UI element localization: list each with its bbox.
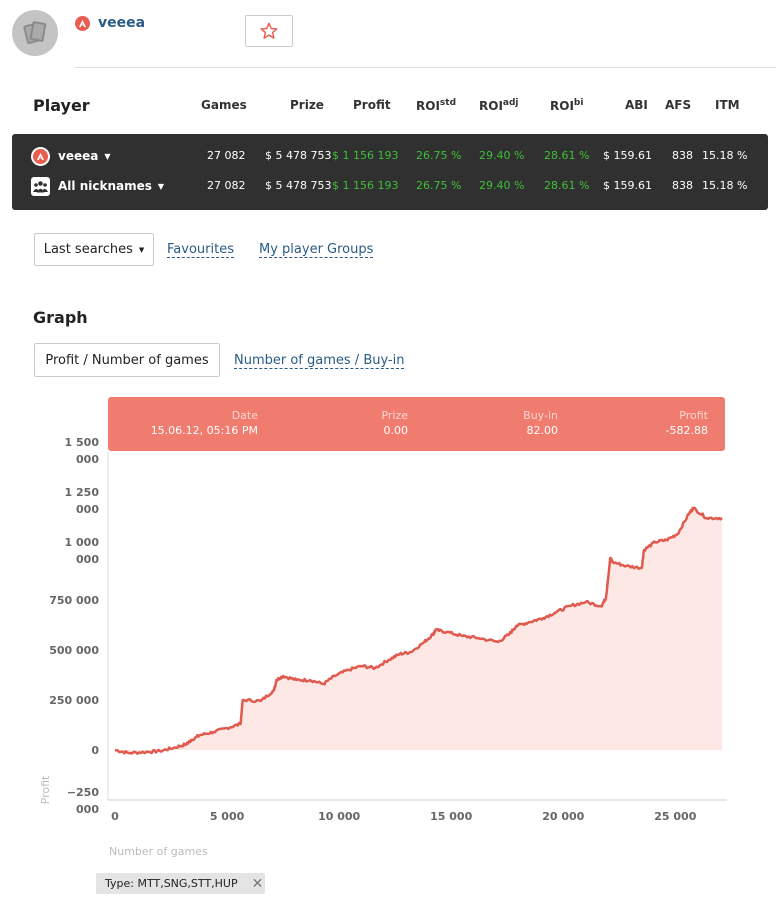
y-tick-label: 1 250 000	[65, 486, 100, 516]
y-tick-label-line: 000	[76, 553, 99, 566]
tooltip-profit: Profit -582.88	[666, 408, 708, 438]
y-tick-label-line: 500 000	[49, 644, 99, 657]
y-tick-label-line: 0	[91, 744, 99, 757]
y-tick-label: −250 000	[67, 786, 100, 816]
y-tick-label-line: 1 500	[65, 436, 100, 449]
x-tick-label: 5 000	[210, 810, 245, 823]
y-tick-label-line: 000	[76, 503, 99, 516]
profit-area	[115, 507, 722, 754]
chart-tooltip: Date 15.06.12, 05:16 PM Prize 0.00 Buy-i…	[108, 397, 725, 451]
tooltip-prize-value: 0.00	[383, 424, 409, 437]
y-tick-label-line: 1 000	[65, 536, 100, 549]
tooltip-buyin: Buy-in 82.00	[523, 408, 558, 438]
y-tick-label-line: 250 000	[49, 694, 99, 707]
tooltip-buyin-label: Buy-in	[523, 409, 558, 422]
x-axis-title: Number of games	[109, 845, 208, 858]
close-icon[interactable]: ✕	[252, 877, 264, 891]
x-tick-label: 15 000	[430, 810, 472, 823]
y-axis-title: Profit	[39, 775, 52, 804]
tooltip-prize: Prize 0.00	[381, 408, 408, 438]
tooltip-profit-value: -582.88	[665, 424, 708, 437]
type-filter-chip[interactable]: Type: MTT,SNG,STT,HUP ✕	[96, 873, 265, 894]
y-tick-label-line: 000	[76, 453, 99, 466]
tooltip-date-value: 15.06.12, 05:16 PM	[150, 424, 258, 437]
y-tick-label: 500 000	[49, 644, 99, 657]
y-tick-label-line: 1 250	[65, 486, 100, 499]
x-tick-label: 10 000	[318, 810, 360, 823]
tooltip-date: Date 15.06.12, 05:16 PM	[151, 408, 258, 438]
x-tick-label: 20 000	[542, 810, 584, 823]
y-tick-label: 250 000	[49, 694, 99, 707]
tooltip-date-label: Date	[231, 409, 258, 422]
y-tick-label: 750 000	[49, 594, 99, 607]
tooltip-prize-label: Prize	[381, 409, 408, 422]
y-tick-label: 0	[91, 744, 99, 757]
y-tick-label: 1 000 000	[65, 536, 100, 566]
tooltip-buyin-value: 82.00	[526, 424, 559, 437]
x-tick-label: 0	[111, 810, 119, 823]
y-tick-label-line: 000	[76, 803, 99, 816]
y-tick-label: 1 500 000	[65, 436, 100, 466]
tooltip-profit-label: Profit	[679, 409, 708, 422]
x-tick-label: 25 000	[654, 810, 696, 823]
y-tick-label-line: 750 000	[49, 594, 99, 607]
y-tick-label-line: −250	[67, 786, 100, 799]
type-filter-label: Type: MTT,SNG,STT,HUP	[105, 877, 238, 890]
